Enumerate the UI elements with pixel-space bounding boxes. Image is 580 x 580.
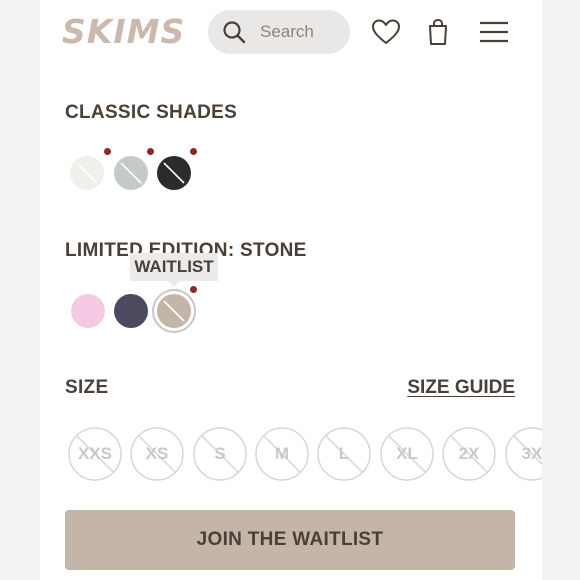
unavailable-slash-icon <box>163 162 185 184</box>
search-bar[interactable]: Search <box>208 10 350 54</box>
shopping-bag-icon[interactable] <box>422 16 454 48</box>
size-option-m[interactable]: M <box>255 427 309 481</box>
size-option-xl[interactable]: XL <box>380 427 434 481</box>
waitlist-tooltip: WAITLIST <box>130 253 218 281</box>
swatch-classic-2[interactable] <box>114 156 148 190</box>
indicator-dot <box>147 148 154 155</box>
swatch-classic-3[interactable] <box>157 156 191 190</box>
swatch-stone-selected[interactable] <box>152 289 196 333</box>
indicator-dot <box>190 148 197 155</box>
size-label: 3X <box>521 444 542 463</box>
swatch-classic-1[interactable] <box>70 156 104 190</box>
unavailable-slash-icon <box>120 162 142 184</box>
join-waitlist-button[interactable]: JOIN THE WAITLIST <box>65 510 515 570</box>
size-label: M <box>274 444 290 463</box>
heart-icon[interactable] <box>370 16 402 48</box>
size-label: L <box>338 444 350 463</box>
size-label: XXS <box>77 444 113 463</box>
size-option-xs[interactable]: XS <box>130 427 184 481</box>
size-label: XS <box>145 444 169 463</box>
search-placeholder[interactable]: Search <box>260 22 314 42</box>
tooltip-arrow <box>168 281 180 287</box>
swatch-limited-2[interactable] <box>114 294 148 328</box>
hamburger-menu-icon[interactable] <box>478 16 510 48</box>
size-label: XL <box>396 444 418 463</box>
indicator-dot <box>190 286 197 293</box>
size-option-xxs[interactable]: XXS <box>68 427 122 481</box>
size-option-s[interactable]: S <box>193 427 247 481</box>
size-option-3x[interactable]: 3X <box>505 427 542 481</box>
stone-fill <box>157 294 191 328</box>
unavailable-slash-icon <box>76 162 98 184</box>
classic-shades-heading: CLASSIC SHADES <box>65 102 238 123</box>
skims-logo[interactable]: SKIMS <box>62 12 185 51</box>
swatch-limited-1[interactable] <box>71 294 105 328</box>
indicator-dot <box>104 148 111 155</box>
search-icon <box>223 21 246 44</box>
size-label: S <box>214 444 226 463</box>
unavailable-slash-icon <box>163 300 185 322</box>
product-options-panel: SKIMS Search CLASSIC SHADES LIMITED EDIT… <box>40 0 542 580</box>
header: SKIMS Search <box>40 0 542 64</box>
size-heading: SIZE <box>65 377 109 398</box>
size-option-2x[interactable]: 2X <box>442 427 496 481</box>
size-label: 2X <box>458 444 480 463</box>
size-option-l[interactable]: L <box>317 427 371 481</box>
size-guide-link[interactable]: SIZE GUIDE <box>407 377 515 399</box>
